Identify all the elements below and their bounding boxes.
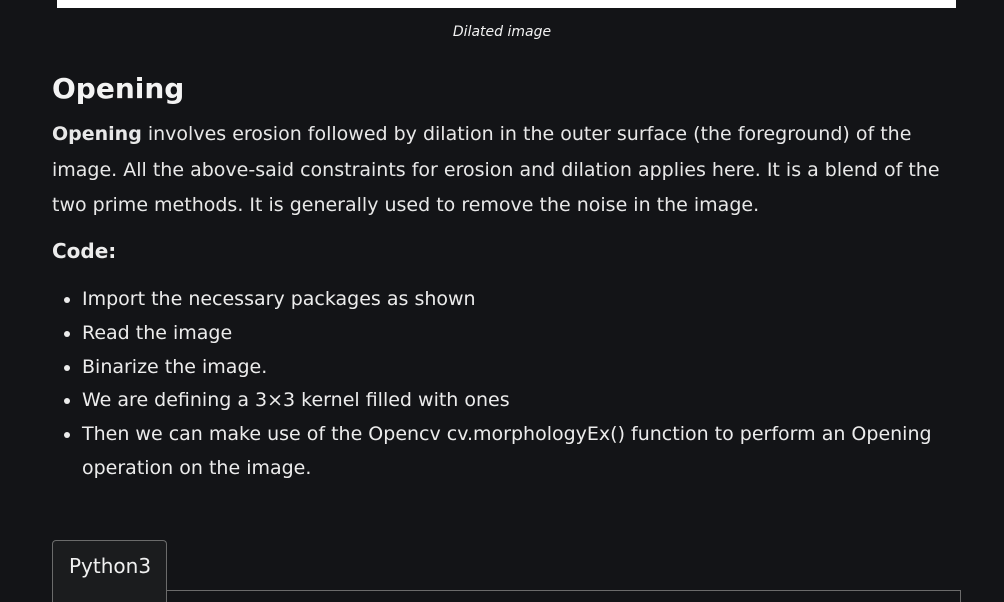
figure-caption: Dilated image [452,24,552,40]
code-label: Code: [52,239,117,263]
code-panel [167,590,961,602]
intro-bold-term: Opening [52,123,142,145]
list-item: We are defining a 3×3 kernel filled with… [82,384,972,418]
section-heading: Opening [52,72,185,105]
list-item: Binarize the image. [82,351,972,385]
dilated-image-bottom [57,0,956,8]
steps-list: Import the necessary packages as shown R… [52,283,972,486]
list-item: Import the necessary packages as shown [82,283,972,317]
intro-paragraph: Opening involves erosion followed by dil… [52,117,952,224]
article-page: Dilated image Opening Opening involves e… [0,0,1004,602]
list-item: Read the image [82,317,972,351]
tab-python3[interactable]: Python3 [52,540,167,602]
list-item: Then we can make use of the Opencv cv.mo… [82,418,972,486]
intro-text: involves erosion followed by dilation in… [52,123,940,216]
